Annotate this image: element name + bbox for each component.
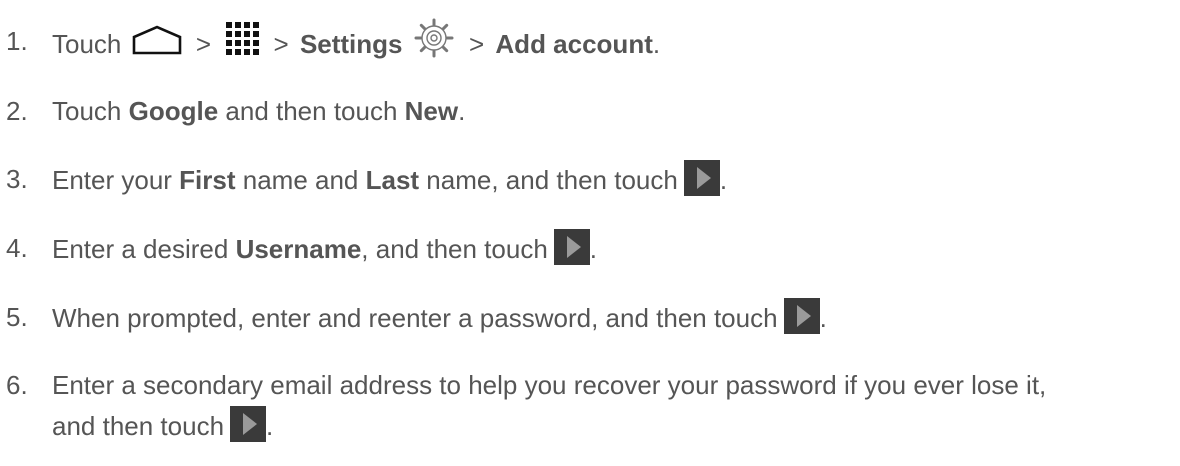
period: . <box>458 96 466 126</box>
username-label: Username <box>235 233 362 264</box>
text-segment: , and then touch <box>361 233 548 264</box>
text-segment: Enter a secondary email address to help … <box>52 370 1047 400</box>
apps-grid-icon <box>224 20 260 56</box>
next-arrow-icon <box>553 229 590 265</box>
period: . <box>266 410 274 441</box>
next-arrow-icon <box>230 406 267 442</box>
step-3: 3. Enter your First name and Last name, … <box>6 160 1176 200</box>
google-label: Google <box>128 96 219 126</box>
text-segment: Enter your <box>52 164 180 195</box>
step-text: Enter a desired Username, and then touch… <box>52 229 1176 269</box>
step-number: 1. <box>6 26 28 56</box>
step-text: Enter a secondary email address to help … <box>52 370 1176 446</box>
next-arrow-icon <box>683 160 720 196</box>
text-line-2: and then touch. <box>52 406 274 446</box>
text-segment: Touch <box>52 96 129 126</box>
period: . <box>819 302 827 333</box>
step-prefix: Touch <box>52 28 122 59</box>
step-number: 2. <box>6 96 28 126</box>
step-text: Touch > > Settings > Add account. <box>52 18 1176 66</box>
first-label: First <box>179 164 236 195</box>
text-segment: Enter a desired <box>52 233 236 264</box>
separator: > <box>468 28 485 59</box>
settings-gear-icon <box>414 18 454 58</box>
last-label: Last <box>365 164 420 195</box>
step-text: When prompted, enter and reenter a passw… <box>52 298 1176 338</box>
period: . <box>719 164 728 195</box>
step-number: 5. <box>6 302 28 332</box>
period: . <box>589 233 598 264</box>
step-text: Touch Google and then touch New. <box>52 96 1176 126</box>
settings-label: Settings <box>299 28 403 59</box>
new-label: New <box>404 96 459 126</box>
step-5: 5. When prompted, enter and reenter a pa… <box>6 298 1176 338</box>
text-segment: and then touch <box>52 410 225 441</box>
separator: > <box>195 28 212 59</box>
separator: > <box>273 28 289 59</box>
step-number: 4. <box>6 233 28 263</box>
step-number: 3. <box>6 164 28 194</box>
add-account-label: Add account <box>495 28 653 59</box>
step-4: 4. Enter a desired Username, and then to… <box>6 229 1176 269</box>
text-segment: name, and then touch <box>419 164 678 195</box>
text-segment: When prompted, enter and reenter a passw… <box>52 302 778 333</box>
step-text: Enter your First name and Last name, and… <box>52 160 1176 200</box>
text-segment: and then touch <box>218 96 405 126</box>
home-icon <box>131 25 183 55</box>
period: . <box>652 28 661 59</box>
step-1: 1. Touch > > Settings > Add account. <box>6 18 1176 66</box>
step-number: 6. <box>6 370 28 400</box>
step-6: 6. Enter a secondary email address to he… <box>6 370 1176 446</box>
text-segment: name and <box>235 164 366 195</box>
next-arrow-icon <box>783 298 820 334</box>
step-2: 2. Touch Google and then touch New. <box>6 96 1176 126</box>
